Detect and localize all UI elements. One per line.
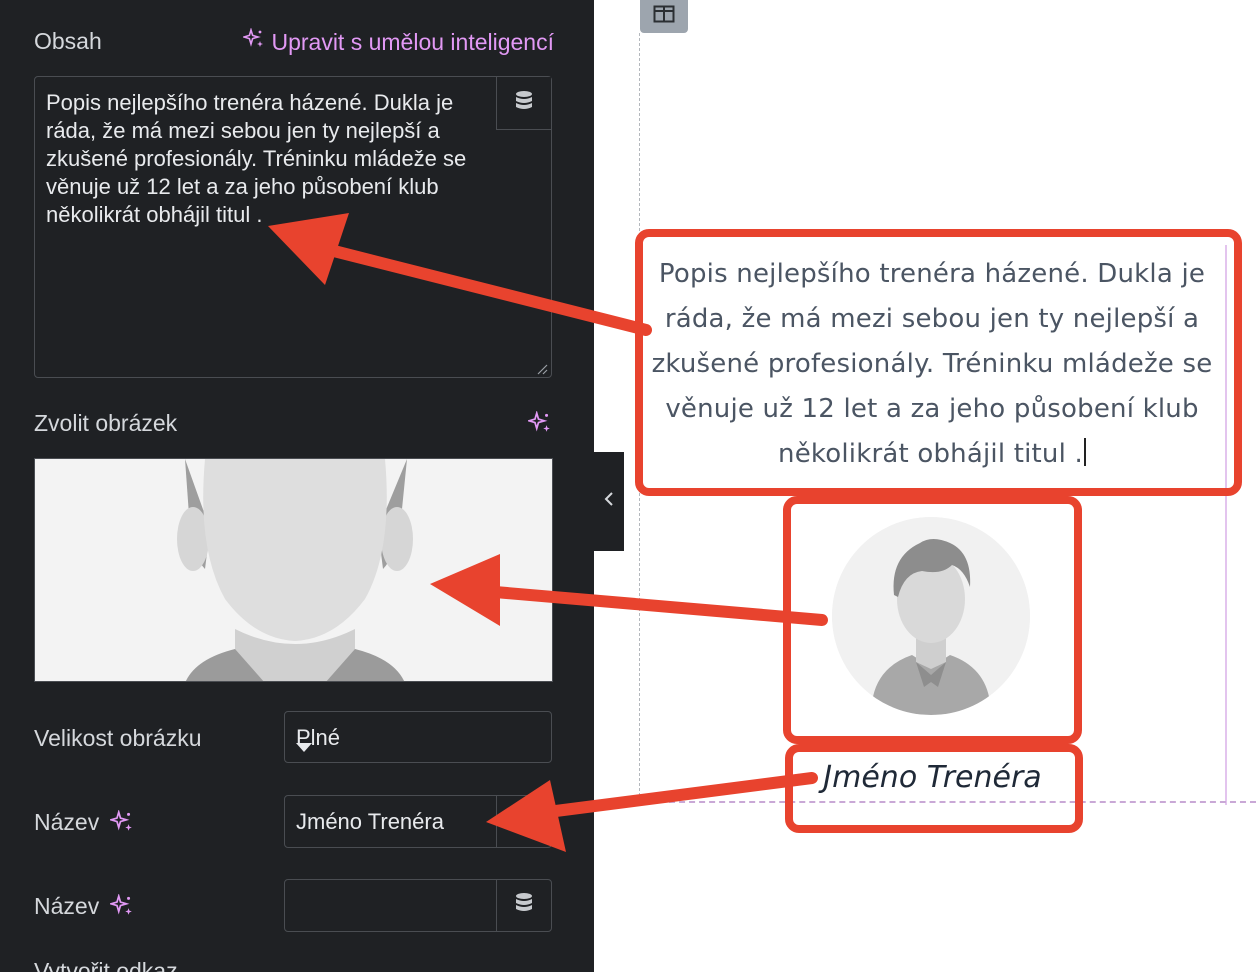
dynamic-tags-button[interactable] — [496, 880, 551, 931]
chevron-left-icon — [604, 491, 614, 512]
dynamic-tags-button[interactable] — [496, 796, 551, 847]
title-input-value: Jméno Trenéra — [296, 809, 444, 834]
sparkle-icon[interactable] — [108, 893, 134, 923]
title-input[interactable]: Jméno Trenéra — [284, 795, 552, 848]
database-icon — [514, 808, 534, 835]
ai-edit-link-label: Upravit s umělou inteligencí — [271, 28, 554, 55]
create-link-label: Vytvořit odkaz — [34, 958, 178, 972]
annotation-box-title — [785, 744, 1083, 833]
sparkle-icon[interactable] — [526, 410, 552, 440]
content-textarea[interactable]: Popis nejlepšího trenéra házené. Dukla j… — [34, 76, 552, 378]
editor-panel: Obsah Upravit s umělou inteligencí Popis… — [0, 0, 594, 972]
image-size-select[interactable]: Plné — [284, 711, 552, 763]
placeholder-person-image — [177, 459, 413, 681]
choose-image-label: Zvolit obrázek — [34, 410, 178, 436]
database-icon — [514, 90, 534, 117]
title2-label: Název — [34, 893, 100, 919]
resize-handle-icon[interactable] — [536, 362, 548, 375]
image-picker[interactable] — [34, 458, 553, 682]
columns-layout-button[interactable] — [640, 0, 688, 33]
image-size-label: Velikost obrázku — [34, 725, 202, 751]
annotation-box-text — [635, 229, 1242, 496]
content-textarea-text: Popis nejlepšího trenéra házené. Dukla j… — [46, 90, 467, 227]
content-label: Obsah — [34, 28, 102, 54]
dynamic-tags-button[interactable] — [496, 77, 551, 130]
collapse-panel-button[interactable] — [594, 452, 624, 551]
sparkle-icon — [241, 27, 265, 56]
sparkle-icon[interactable] — [108, 809, 134, 839]
title2-input[interactable] — [284, 879, 552, 932]
columns-icon — [653, 5, 675, 28]
database-icon — [514, 892, 534, 919]
annotation-box-image — [783, 496, 1082, 744]
caret-down-icon — [296, 733, 539, 759]
ai-edit-link[interactable]: Upravit s umělou inteligencí — [241, 27, 554, 56]
title-label: Název — [34, 809, 100, 835]
